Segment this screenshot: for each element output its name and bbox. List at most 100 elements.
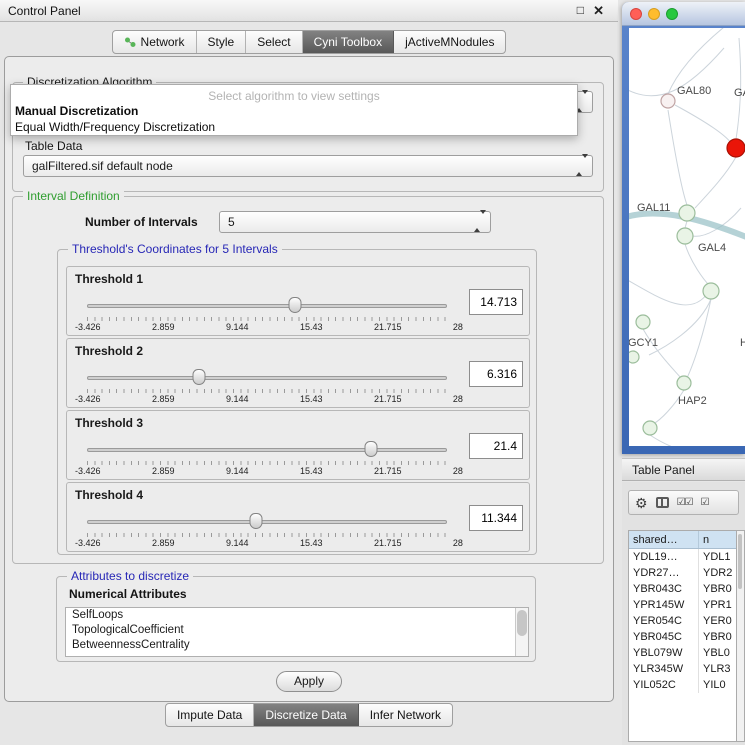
cell[interactable]: YBR045C (629, 629, 699, 645)
table-row[interactable]: YLR345W YLR3 (629, 661, 736, 677)
combo-stepper-icon[interactable] (474, 214, 487, 230)
tab-discretize-data[interactable]: Discretize Data (254, 704, 358, 726)
slider-track[interactable] (87, 376, 447, 380)
tab-infer-network-label: Infer Network (370, 708, 441, 722)
threshold-3-value-input[interactable] (469, 433, 523, 459)
tab-impute-data[interactable]: Impute Data (166, 704, 254, 726)
table-row[interactable]: YER054C YER0 (629, 613, 736, 629)
cell[interactable]: YBR043C (629, 581, 699, 597)
node-gcy1[interactable] (636, 315, 650, 329)
cell[interactable]: YER0 (699, 613, 736, 629)
scrollbar-thumb[interactable] (738, 534, 742, 589)
slider-thumb[interactable] (365, 441, 378, 457)
cell[interactable]: YER054C (629, 613, 699, 629)
threshold-3-slider[interactable] (87, 441, 447, 459)
list-item[interactable]: TopologicalCoefficient (66, 623, 528, 638)
numerical-attributes-label: Numerical Attributes (69, 587, 187, 601)
traffic-light-zoom-icon[interactable] (666, 8, 678, 20)
cell[interactable]: YBL0 (699, 645, 736, 661)
slider-ticks (87, 389, 448, 393)
node-gal80[interactable] (661, 94, 675, 108)
cell[interactable]: YDL19… (629, 549, 699, 565)
cell[interactable]: YLR345W (629, 661, 699, 677)
list-item[interactable]: SelfLoops (66, 608, 528, 623)
threshold-1-value-input[interactable] (469, 289, 523, 315)
slider-track[interactable] (87, 520, 447, 524)
cell[interactable]: YIL0 (699, 677, 736, 693)
list-scrollbar[interactable] (515, 608, 528, 656)
network-canvas[interactable]: GAL80 GA GAL11 GAL4 GCY1 H HAP2 (629, 28, 745, 446)
threshold-1-slider[interactable] (87, 297, 447, 315)
scale-label: 21.715 (374, 538, 402, 548)
columns-icon[interactable] (656, 497, 669, 508)
table-row[interactable]: YDR27… YDR2 (629, 565, 736, 581)
node-attribute-table: shared… n YDL19… YDL1 YDR27… YDR2 YBR043… (628, 530, 737, 742)
slider-thumb[interactable] (192, 369, 205, 385)
tab-infer-network[interactable]: Infer Network (359, 704, 452, 726)
tab-network-label: Network (141, 35, 185, 49)
slider-track[interactable] (87, 304, 447, 308)
table-row[interactable]: YDL19… YDL1 (629, 549, 736, 565)
tab-network[interactable]: Network (113, 31, 197, 53)
cell[interactable]: YPR1 (699, 597, 736, 613)
float-window-icon[interactable]: □ (577, 3, 584, 17)
tab-jactivemnodules[interactable]: jActiveMNodules (394, 31, 505, 53)
node[interactable] (643, 421, 657, 435)
cell[interactable]: YBL079W (629, 645, 699, 661)
numerical-attributes-list[interactable]: SelfLoops TopologicalCoefficient Between… (65, 607, 529, 657)
node-gal4[interactable] (677, 228, 693, 244)
node[interactable] (703, 283, 719, 299)
slider-thumb[interactable] (288, 297, 301, 313)
network-window-titlebar[interactable] (622, 2, 745, 26)
number-of-intervals-combobox[interactable]: 5 (219, 211, 491, 233)
scale-label: -3.426 (75, 394, 101, 404)
node-hap2[interactable] (677, 376, 691, 390)
cell[interactable]: YBR0 (699, 581, 736, 597)
tab-style[interactable]: Style (197, 31, 247, 53)
menu-item-equal-width-frequency[interactable]: Equal Width/Frequency Discretization (15, 120, 575, 134)
highlighted-node[interactable] (727, 139, 745, 157)
threshold-2-slider[interactable] (87, 369, 447, 387)
table-row[interactable]: YBR045C YBR0 (629, 629, 736, 645)
cell[interactable]: YPR145W (629, 597, 699, 613)
tab-cyni-toolbox[interactable]: Cyni Toolbox (303, 31, 394, 53)
slider-track[interactable] (87, 448, 447, 452)
slider-thumb[interactable] (250, 513, 263, 529)
cell[interactable]: YDL1 (699, 549, 736, 565)
apply-button[interactable]: Apply (276, 671, 342, 692)
table-row[interactable]: YIL052C YIL0 (629, 677, 736, 693)
traffic-light-close-icon[interactable] (630, 8, 642, 20)
scale-label: 15.43 (300, 322, 323, 332)
threshold-4-slider[interactable] (87, 513, 447, 531)
table-scrollbar[interactable] (737, 530, 745, 742)
threshold-2-value-input[interactable] (469, 361, 523, 387)
cell[interactable]: YDR27… (629, 565, 699, 581)
checkbox-icon[interactable]: ☑ (701, 498, 709, 508)
node[interactable] (679, 205, 695, 221)
traffic-light-minimize-icon[interactable] (648, 8, 660, 20)
scrollbar-thumb[interactable] (517, 610, 527, 636)
scale-label: 9.144 (226, 322, 249, 332)
column-header-shared-name[interactable]: shared… (629, 531, 699, 548)
cell[interactable]: YBR0 (699, 629, 736, 645)
table-row[interactable]: YPR145W YPR1 (629, 597, 736, 613)
threshold-3-group: Threshold 3 -3.426 2.859 9.144 15.43 21.… (66, 410, 530, 480)
gear-icon[interactable]: ⚙ (635, 496, 648, 510)
cell[interactable]: YDR2 (699, 565, 736, 581)
threshold-4-value-input[interactable] (469, 505, 523, 531)
scale-label: 2.859 (152, 322, 175, 332)
cell[interactable]: YLR3 (699, 661, 736, 677)
select-all-checkboxes-icon[interactable]: ☑☑ (677, 498, 693, 508)
list-item[interactable]: BetweennessCentrality (66, 638, 528, 653)
menu-item-manual-discretization[interactable]: Manual Discretization (15, 104, 575, 118)
table-row[interactable]: YBR043C YBR0 (629, 581, 736, 597)
table-data-combobox[interactable]: galFiltered.sif default node (23, 155, 593, 177)
close-window-icon[interactable]: ✕ (593, 3, 604, 19)
column-header-name[interactable]: n (699, 531, 736, 548)
cell[interactable]: YIL052C (629, 677, 699, 693)
table-row[interactable]: YBL079W YBL0 (629, 645, 736, 661)
tab-select[interactable]: Select (246, 31, 302, 53)
combo-stepper-icon[interactable] (576, 158, 589, 174)
tab-cyni-toolbox-label: Cyni Toolbox (314, 35, 382, 49)
node[interactable] (629, 351, 639, 363)
